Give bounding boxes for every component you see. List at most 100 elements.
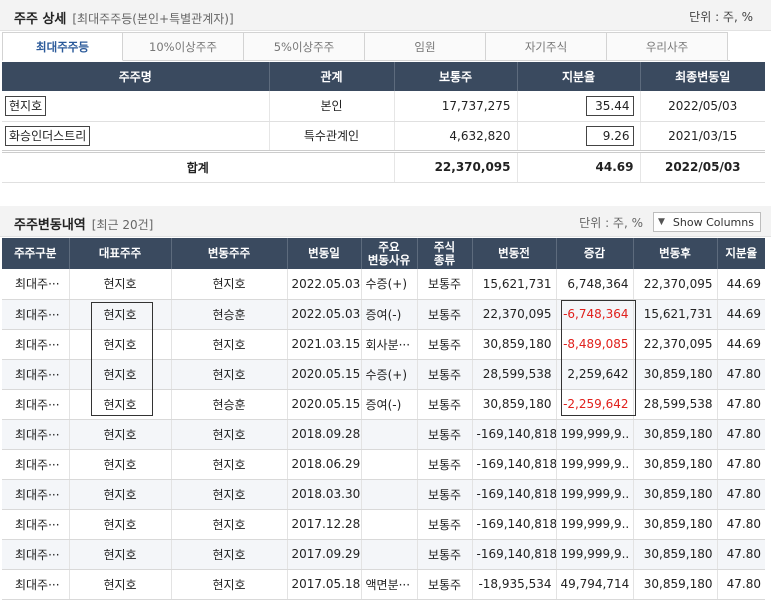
table-row[interactable]: 최대주··· 현지호 현지호 2021.03.15 회사분··· 보통주 30,859,18…	[2, 329, 765, 360]
share-ratio-value: 9.26	[585, 125, 634, 146]
delta-cell: 199,999,9..	[556, 509, 634, 540]
share-cell: 44.69	[717, 299, 765, 330]
shareholder-tabs: 최대주주등 10%이상주주 5%이상주주 임원 자기주식 우리사주	[2, 32, 730, 61]
col-after[interactable]: 변동후	[633, 238, 718, 269]
after-cell: 30,859,180	[633, 479, 718, 510]
show-columns-label: Show Columns	[672, 215, 754, 229]
delta-cell: -8,489,085	[556, 329, 634, 360]
change-date-cell: 2020.05.15	[287, 359, 362, 390]
total-common-stock: 22,370,095	[394, 149, 518, 183]
show-columns-dropdown[interactable]: ▼ Show Columns	[653, 212, 761, 232]
tab-executives[interactable]: 임원	[365, 32, 486, 61]
shareholder-summary-table: 주주명 관계 보통주 지분율 최종변동일 현지호 본인 17,737,275 3…	[2, 62, 765, 183]
table-row: 현지호 본인 17,737,275 35.44 2022/05/03	[2, 91, 765, 122]
stock-kind-cell: 보통주	[417, 479, 473, 510]
col-before[interactable]: 변동전	[472, 238, 557, 269]
col-delta[interactable]: 증감	[556, 238, 634, 269]
total-last-change: 2022/05/03	[640, 149, 765, 183]
stock-kind-cell: 보통주	[417, 539, 473, 570]
table-row[interactable]: 최대주··· 현지호 현승훈 2022.05.03 증여(-) 보통주 22,370,095…	[2, 299, 765, 330]
table-row[interactable]: 최대주··· 현지호 현승훈 2020.05.15 증여(-) 보통주 30,859,180…	[2, 389, 765, 420]
stock-kind-cell: 보통주	[417, 389, 473, 420]
common-stock-cell: 17,737,275	[394, 91, 518, 122]
change-reason-cell: 수증(+)	[361, 269, 418, 300]
change-date-cell: 2017.05.18	[287, 569, 362, 600]
table-row[interactable]: 최대주··· 현지호 현지호 2017.12.28 보통주 -169,140,818 199…	[2, 509, 765, 540]
tab-employee-stock[interactable]: 우리사주	[607, 32, 728, 61]
after-cell: 30,859,180	[633, 539, 718, 570]
tab-treasury-stock[interactable]: 자기주식	[486, 32, 607, 61]
table-row[interactable]: 최대주··· 현지호 현지호 2022.05.03 수증(+) 보통주 15,621,731…	[2, 269, 765, 300]
share-cell: 44.69	[717, 269, 765, 300]
summary-subtitle: [최대주주등(본인+특별관계자)]	[72, 12, 234, 26]
table-row[interactable]: 최대주··· 현지호 현지호 2018.09.28 보통주 -169,140,818 199…	[2, 419, 765, 450]
share-cell: 47.80	[717, 569, 765, 600]
share-cell: 47.80	[717, 359, 765, 390]
holder-type-cell: 최대주···	[2, 509, 70, 540]
representative-cell: 현지호	[69, 329, 172, 360]
table-row[interactable]: 최대주··· 현지호 현지호 2018.03.30 보통주 -169,140,818 199…	[2, 479, 765, 510]
summary-header-row: 주주명 관계 보통주 지분율 최종변동일	[2, 62, 765, 91]
changed-holder-cell: 현지호	[171, 329, 288, 360]
tab-5pct-shareholders[interactable]: 5%이상주주	[244, 32, 365, 61]
col-shareholder-name[interactable]: 주주명	[2, 62, 270, 91]
summary-title: 주주 상세 [최대주주등(본인+특별관계자)]	[14, 12, 234, 27]
share-cell: 47.80	[717, 419, 765, 450]
stock-kind-cell: 보통주	[417, 299, 473, 330]
share-cell: 47.80	[717, 449, 765, 480]
after-cell: 15,621,731	[633, 299, 718, 330]
history-title: 주주변동내역 [최근 20건]	[14, 218, 154, 233]
representative-cell: 현지호	[69, 359, 172, 390]
col-stock-kind[interactable]: 주식 종류	[417, 238, 473, 269]
change-date-cell: 2018.06.29	[287, 449, 362, 480]
col-share[interactable]: 지분율	[717, 238, 765, 269]
shareholder-name[interactable]: 현지호	[5, 95, 47, 116]
tab-largest-shareholders[interactable]: 최대주주등	[2, 32, 123, 61]
table-row[interactable]: 최대주··· 현지호 현지호 2017.09.29 보통주 -169,140,818 199…	[2, 539, 765, 570]
holder-type-cell: 최대주···	[2, 479, 70, 510]
before-cell: -169,140,818	[472, 449, 557, 480]
representative-cell: 현지호	[69, 509, 172, 540]
holder-type-cell: 최대주···	[2, 329, 70, 360]
share-ratio-value: 35.44	[585, 95, 634, 116]
representative-cell: 현지호	[69, 269, 172, 300]
share-ratio-cell: 9.26	[517, 121, 641, 152]
shareholder-name-cell: 현지호	[2, 91, 270, 122]
tab-10pct-shareholders[interactable]: 10%이상주주	[123, 32, 244, 61]
before-cell: -169,140,818	[472, 419, 557, 450]
table-row[interactable]: 최대주··· 현지호 현지호 2020.05.15 수증(+) 보통주 28,599,538…	[2, 359, 765, 390]
table-row[interactable]: 최대주··· 현지호 현지호 2017.05.18 액면분··· 보통주 -18,935,5…	[2, 569, 765, 600]
summary-header: 주주 상세 [최대주주등(본인+특별관계자)] 단위 : 주, %	[0, 0, 771, 31]
stock-kind-cell: 보통주	[417, 329, 473, 360]
after-cell: 30,859,180	[633, 359, 718, 390]
change-date-cell: 2020.05.15	[287, 389, 362, 420]
before-cell: 30,859,180	[472, 329, 557, 360]
change-reason-cell: 회사분···	[361, 329, 418, 360]
col-common-stock[interactable]: 보통주	[394, 62, 518, 91]
summary-unit: 단위 : 주, %	[689, 10, 753, 24]
col-change-reason[interactable]: 주요 변동사유	[361, 238, 418, 269]
col-change-date[interactable]: 변동일	[287, 238, 362, 269]
representative-cell: 현지호	[69, 539, 172, 570]
col-holder-type[interactable]: 주주구분	[2, 238, 70, 269]
share-cell: 47.80	[717, 479, 765, 510]
col-changed-holder[interactable]: 변동주주	[171, 238, 288, 269]
representative-cell: 현지호	[69, 299, 172, 330]
table-row[interactable]: 최대주··· 현지호 현지호 2018.06.29 보통주 -169,140,818 199…	[2, 449, 765, 480]
shareholder-name[interactable]: 화승인더스트리	[5, 125, 91, 146]
before-cell: -169,140,818	[472, 509, 557, 540]
delta-cell: 6,748,364	[556, 269, 634, 300]
after-cell: 30,859,180	[633, 419, 718, 450]
before-cell: 28,599,538	[472, 359, 557, 390]
change-reason-cell: 수증(+)	[361, 359, 418, 390]
col-representative[interactable]: 대표주주	[69, 238, 172, 269]
col-last-change-date[interactable]: 최종변동일	[640, 62, 765, 91]
col-relation[interactable]: 관계	[269, 62, 395, 91]
history-body: 최대주··· 현지호 현지호 2022.05.03 수증(+) 보통주 15,621,731…	[2, 269, 765, 600]
change-reason-cell: 증여(-)	[361, 299, 418, 330]
total-label: 합계	[2, 149, 395, 183]
stock-kind-cell: 보통주	[417, 269, 473, 300]
total-share-ratio: 44.69	[517, 149, 641, 183]
col-share-ratio[interactable]: 지분율	[517, 62, 641, 91]
representative-cell: 현지호	[69, 569, 172, 600]
